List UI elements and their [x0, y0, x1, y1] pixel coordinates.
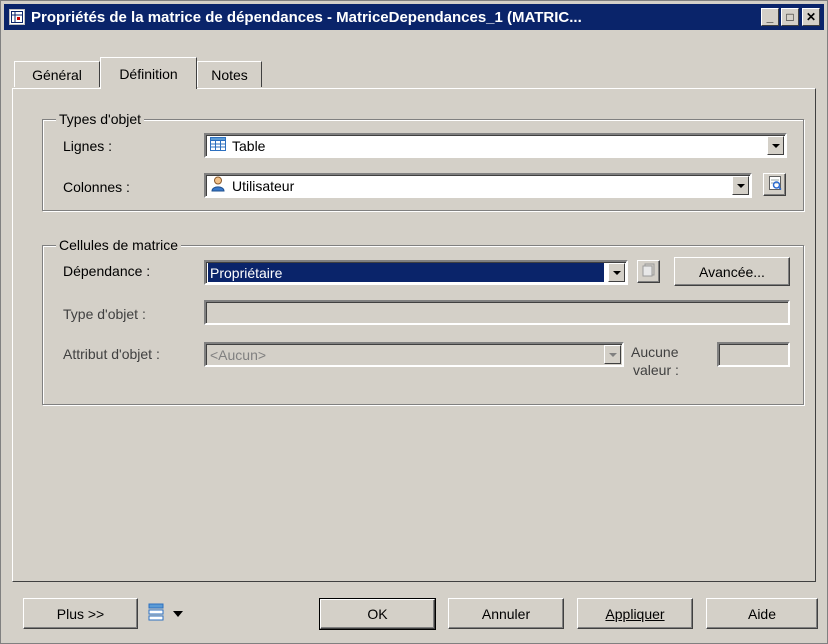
- more-button-label: Plus >>: [56, 605, 105, 622]
- cancel-button-label: Annuler: [481, 605, 531, 622]
- object-attribute-label: Attribut d'objet :: [63, 346, 160, 362]
- user-icon: [210, 176, 226, 195]
- properties-icon: [767, 175, 783, 194]
- create-dependency-icon: [642, 263, 656, 280]
- create-dependency-button[interactable]: [637, 260, 660, 283]
- chevron-down-icon: [736, 183, 745, 188]
- object-attribute-select[interactable]: <Aucun>: [204, 342, 624, 367]
- dependency-label: Dépendance :: [63, 263, 151, 279]
- object-type-label: Type d'objet :: [63, 306, 146, 322]
- more-button[interactable]: Plus >>: [23, 598, 138, 629]
- tab-notes-label: Notes: [211, 66, 248, 83]
- no-value-label-line2: valeur :: [633, 362, 679, 378]
- columns-value: Utilisateur: [232, 177, 295, 194]
- help-button-label: Aide: [747, 605, 777, 622]
- object-type-field[interactable]: [204, 300, 790, 325]
- tab-general-label: Général: [32, 66, 82, 83]
- tab-general[interactable]: Général: [14, 61, 100, 87]
- ok-button-label: OK: [367, 606, 388, 622]
- chevron-down-icon: [612, 270, 621, 275]
- rows-value: Table: [232, 137, 266, 154]
- minimize-button[interactable]: _: [761, 8, 779, 26]
- rows-dropdown-button[interactable]: [767, 136, 784, 155]
- no-value-field[interactable]: [717, 342, 790, 367]
- chevron-down-icon: [173, 611, 183, 617]
- ok-button[interactable]: OK: [319, 598, 436, 630]
- list-menu-button[interactable]: [148, 603, 188, 625]
- dependency-value: Propriétaire: [210, 264, 283, 281]
- advanced-button[interactable]: Avancée...: [674, 257, 790, 286]
- close-button[interactable]: ✕: [802, 8, 820, 26]
- title-bar[interactable]: Propriétés de la matrice de dépendances …: [4, 4, 824, 30]
- matrix-icon: [9, 9, 25, 25]
- columns-label: Colonnes :: [63, 179, 130, 195]
- tab-notes[interactable]: Notes: [197, 61, 262, 87]
- columns-dropdown-button[interactable]: [732, 176, 749, 195]
- window-title: Propriétés de la matrice de dépendances …: [31, 8, 582, 26]
- help-button[interactable]: Aide: [706, 598, 818, 629]
- object-attribute-dropdown-button[interactable]: [604, 345, 621, 364]
- tab-definition[interactable]: Définition: [100, 57, 197, 89]
- no-value-label-line1: Aucune: [631, 344, 679, 360]
- matrix-cells-legend: Cellules de matrice: [56, 237, 182, 253]
- apply-button[interactable]: Appliquer: [577, 598, 693, 629]
- advanced-button-label: Avancée...: [699, 263, 765, 280]
- chevron-down-icon: [608, 352, 617, 357]
- apply-button-label: Appliquer: [605, 605, 665, 622]
- dependency-dropdown-button[interactable]: [608, 263, 625, 282]
- properties-dialog: Propriétés de la matrice de dépendances …: [0, 0, 828, 644]
- list-menu-icon: [148, 603, 170, 626]
- rows-select[interactable]: Table: [204, 133, 787, 158]
- object-types-legend: Types d'objet: [56, 111, 145, 127]
- tab-definition-label: Définition: [119, 65, 178, 82]
- rows-label: Lignes :: [63, 138, 113, 154]
- properties-button[interactable]: [763, 173, 786, 196]
- cancel-button[interactable]: Annuler: [448, 598, 564, 629]
- chevron-down-icon: [771, 143, 780, 148]
- table-icon: [210, 137, 226, 154]
- columns-select[interactable]: Utilisateur: [204, 173, 752, 198]
- dependency-select[interactable]: Propriétaire: [204, 260, 628, 285]
- object-attribute-value: <Aucun>: [210, 346, 267, 363]
- maximize-button[interactable]: □: [781, 8, 799, 26]
